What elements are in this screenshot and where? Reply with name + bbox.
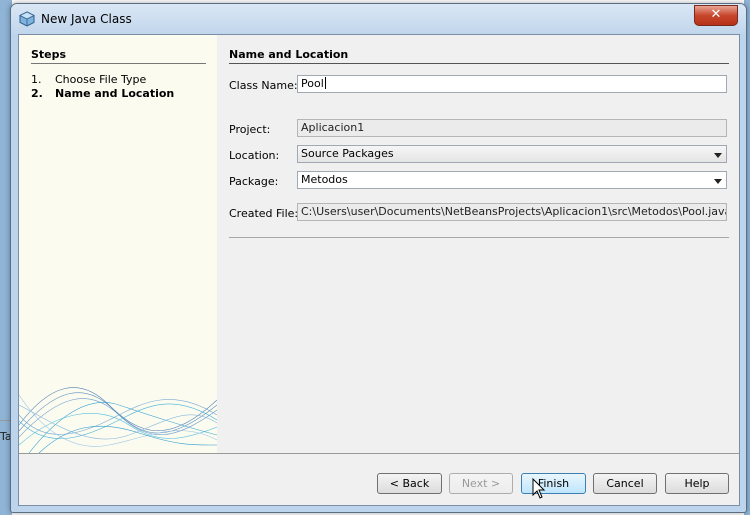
steps-divider <box>31 63 206 64</box>
step-name-and-location: 2. Name and Location <box>31 87 174 100</box>
location-dropdown[interactable]: Source Packages <box>297 145 727 163</box>
created-file-field: C:\Users\user\Documents\NetBeansProjects… <box>297 203 727 221</box>
step-label: Name and Location <box>55 87 175 100</box>
close-button[interactable]: ✕ <box>694 5 738 26</box>
steps-panel: Steps 1. Choose File Type 2. Name and Loca… <box>19 35 217 453</box>
steps-title: Steps <box>31 48 67 61</box>
step-label: Choose File Type <box>55 73 147 86</box>
step-choose-file-type: 1. Choose File Type <box>31 73 146 86</box>
content-divider <box>229 63 729 64</box>
new-java-class-dialog: New Java Class ✕ Steps 1. Choose File Typ… <box>10 3 747 513</box>
project-label: Project: <box>229 123 271 136</box>
netbeans-cube-icon <box>19 11 35 27</box>
chevron-down-icon <box>714 179 722 184</box>
window-title: New Java Class <box>41 12 132 26</box>
chevron-down-icon <box>714 153 722 158</box>
location-label: Location: <box>229 149 280 162</box>
mouse-pointer-icon <box>532 478 546 499</box>
project-value: Aplicacion1 <box>301 121 365 134</box>
class-name-value: Pool <box>301 77 324 90</box>
title-bar[interactable]: New Java Class ✕ <box>11 4 746 34</box>
dialog-body: Steps 1. Choose File Type 2. Name and Loca… <box>18 34 740 506</box>
package-label: Package: <box>229 175 279 188</box>
step-number: 1. <box>31 73 42 86</box>
content-title: Name and Location <box>229 48 349 61</box>
back-button[interactable]: < Back <box>377 473 442 494</box>
decorative-waves-graphic <box>19 387 217 453</box>
button-bar-divider <box>19 453 739 454</box>
class-name-label: Class Name: <box>229 79 298 92</box>
location-value: Source Packages <box>301 147 394 160</box>
cancel-button[interactable]: Cancel <box>593 473 657 494</box>
close-icon: ✕ <box>710 7 722 22</box>
step-number: 2. <box>31 87 43 100</box>
content-bottom-divider <box>229 237 729 238</box>
next-button[interactable]: Next > <box>449 473 513 494</box>
help-button[interactable]: Help <box>665 473 729 494</box>
text-caret <box>324 77 326 89</box>
finish-button[interactable]: Finish <box>521 473 586 494</box>
project-field: Aplicacion1 <box>297 119 727 137</box>
package-combobox[interactable]: Metodos <box>297 171 727 189</box>
class-name-input[interactable]: Pool <box>297 75 727 93</box>
created-file-label: Created File: <box>229 207 299 220</box>
package-value: Metodos <box>301 173 348 186</box>
created-file-value: C:\Users\user\Documents\NetBeansProjects… <box>301 205 727 218</box>
